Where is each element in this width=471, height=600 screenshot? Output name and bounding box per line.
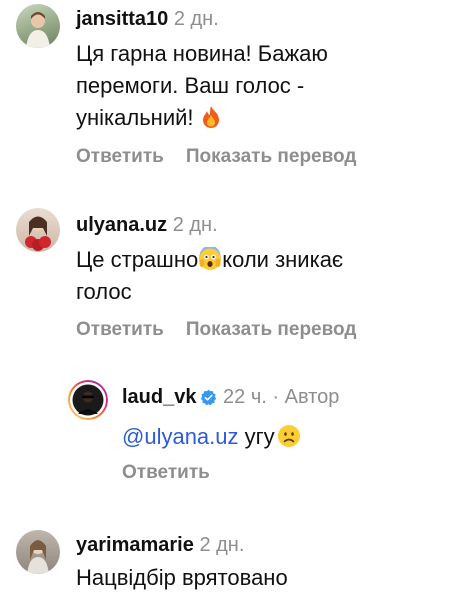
comment-text-part: коли зникає [222,247,344,272]
comment-jansitta10: jansitta10 2 дн. Ця гарна новина! Бажаю … [0,0,471,180]
comment-meta: laud_vk 22 ч. · Автор [122,385,339,412]
comment-text-line: перемоги. Ваш голос - [76,73,305,98]
comment-text-line-with-emoji: унікальний! [76,103,222,137]
comment-text-line: унікальний! [76,105,194,130]
comment-time: 2 дн. [173,8,219,30]
show-translation-button[interactable]: Показать перевод [186,146,357,167]
verified-badge-icon [200,388,217,412]
avatar[interactable] [16,4,60,48]
frowning-face-emoji-icon [277,424,301,456]
avatar[interactable] [68,380,108,420]
comment-text-line: Ця гарна новина! Бажаю [76,41,328,66]
scared-face-emoji-icon [198,245,222,279]
comment-time: 2 дн. [172,214,218,236]
comment-actions: Ответить [122,462,210,484]
username[interactable]: jansitta10 [76,8,168,30]
comment-text-line: голос [76,279,132,304]
comment-text-part: Це страшно [76,247,199,272]
username[interactable]: laud_vk [122,386,196,408]
show-translation-button[interactable]: Показать перевод [186,319,357,340]
author-label: Автор [284,386,340,408]
username[interactable]: yarimamarie [76,534,194,556]
avatar[interactable] [16,530,60,574]
comment-yarimamarie: yarimamarie 2 дн. Нацвідбір врятовано [0,522,471,600]
comment-actions: Ответить Показать перевод [76,319,356,341]
comment-text-line-with-emoji: Це страшно коли зникає [76,245,343,279]
comment-actions: Ответить Показать перевод [76,146,356,168]
comment-meta: ulyana.uz 2 дн. [76,213,218,237]
fire-emoji-icon [200,105,222,137]
comment-text-line: Нацвідбір врятовано [76,565,288,590]
comment-text-part: угу [244,424,275,449]
comment-time: 22 ч. [223,386,267,408]
reply-button[interactable]: Ответить [76,146,164,167]
comment-text-line-with-emoji: @ulyana.uz угу [122,422,301,456]
comment-reply-laud-vk: laud_vk 22 ч. · Автор @ulyana.uz угу Отв… [0,370,471,500]
reply-button[interactable]: Ответить [122,462,210,483]
comment-meta: jansitta10 2 дн. [76,7,219,31]
reply-button[interactable]: Ответить [76,319,164,340]
comment-meta: yarimamarie 2 дн. [76,533,244,557]
username[interactable]: ulyana.uz [76,214,167,236]
comment-time: 2 дн. [199,534,245,556]
comment-ulyana-uz: ulyana.uz 2 дн. Це страшно коли зникає г… [0,200,471,350]
avatar[interactable] [16,208,60,252]
separator: · [272,386,280,408]
mention-link[interactable]: @ulyana.uz [122,424,239,449]
